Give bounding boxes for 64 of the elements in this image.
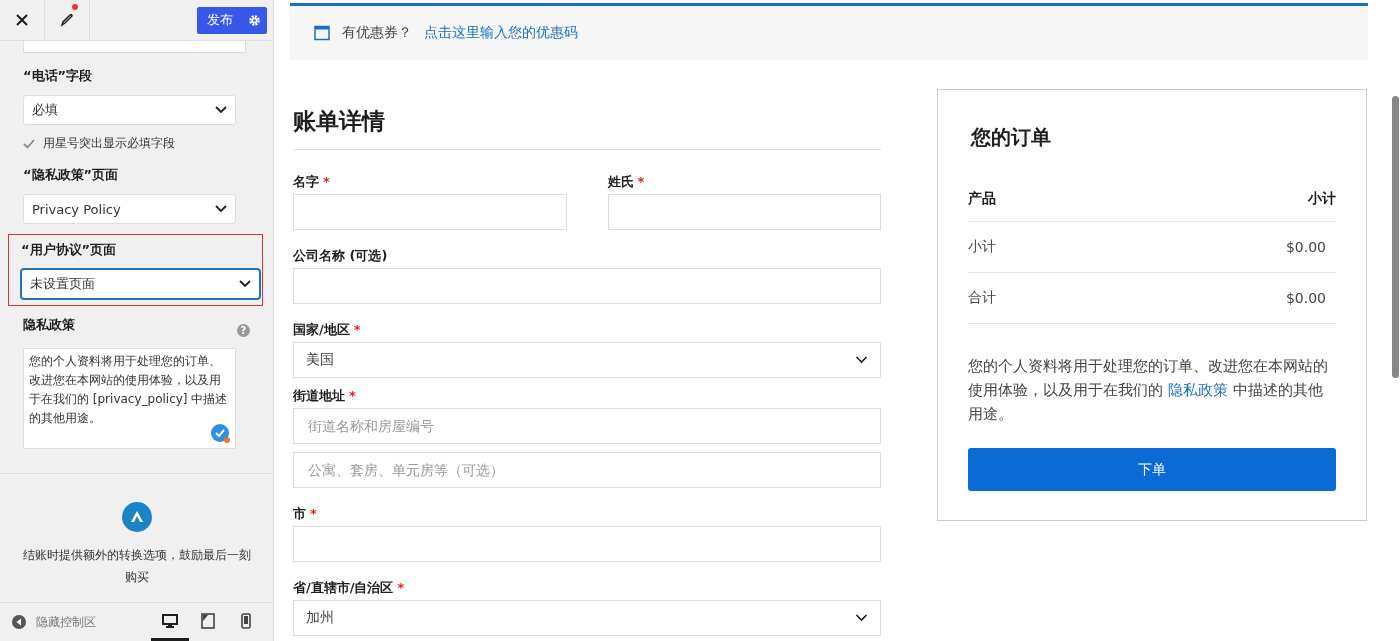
field-label: 街道地址 bbox=[293, 388, 345, 404]
logo-icon bbox=[121, 502, 152, 532]
arrow-left-icon bbox=[12, 615, 26, 629]
privacy-link[interactable]: 隐私政策 bbox=[1167, 381, 1228, 399]
field-label: 省/直辖市/自治区 bbox=[293, 580, 394, 596]
promo-text: 结账时提供额外的转换选项，鼓励最后一刻购买 bbox=[21, 547, 252, 586]
gear-icon bbox=[247, 13, 261, 27]
checkmark-icon bbox=[23, 137, 35, 150]
input-field[interactable] bbox=[293, 268, 881, 304]
settings-button[interactable] bbox=[241, 6, 267, 34]
billing-title: 账单详情 bbox=[293, 106, 881, 150]
chevron-down-icon bbox=[855, 614, 868, 622]
chevron-down-icon bbox=[215, 205, 227, 213]
required-mark: * bbox=[310, 506, 317, 522]
field-label: “用户协议”页面 bbox=[21, 241, 118, 259]
required-mark: * bbox=[353, 322, 361, 338]
window-icon bbox=[314, 25, 330, 41]
chevron-down-icon bbox=[855, 356, 868, 364]
select-field[interactable]: 加州 bbox=[293, 600, 881, 636]
field-label: “电话”字段 bbox=[23, 67, 94, 85]
order-title: 您的订单 bbox=[971, 124, 1052, 151]
input-field[interactable]: 公寓、套房、单元房等（可选） bbox=[293, 452, 881, 488]
field-label: 姓氏 bbox=[607, 174, 634, 190]
brush-icon bbox=[59, 12, 75, 28]
chevron-down-icon bbox=[239, 280, 251, 288]
input-field[interactable] bbox=[293, 526, 881, 562]
column-header: 产品 bbox=[968, 190, 996, 208]
column-header: 小计 bbox=[1308, 190, 1336, 208]
field-label: “隐私政策”页面 bbox=[23, 166, 120, 184]
checkbox[interactable]: 用星号突出显示必填字段 bbox=[23, 135, 253, 152]
tablet-icon bbox=[201, 612, 215, 629]
table-cell: $0.00 bbox=[1285, 239, 1326, 255]
phone-icon bbox=[241, 612, 251, 629]
select-field[interactable]: Privacy Policy bbox=[23, 194, 236, 224]
required-mark: * bbox=[397, 580, 405, 596]
publish-button[interactable]: 发布 bbox=[197, 6, 241, 34]
required-mark: * bbox=[323, 174, 330, 190]
input-field[interactable]: 街道名称和房屋编号 bbox=[293, 408, 881, 444]
close-icon bbox=[16, 14, 28, 26]
select-field[interactable]: 未设置页面 bbox=[21, 269, 260, 299]
select-field[interactable]: 美国 bbox=[293, 342, 881, 378]
field-label: 市 bbox=[293, 506, 306, 522]
scrollbar-thumb[interactable] bbox=[1391, 96, 1399, 378]
field-label: 名字 bbox=[293, 174, 319, 190]
field-label: 公司名称 (可选) bbox=[293, 248, 388, 264]
required-mark: * bbox=[637, 174, 645, 190]
chevron-down-icon bbox=[215, 106, 227, 114]
check-badge-icon bbox=[211, 424, 233, 446]
input-field[interactable] bbox=[607, 194, 881, 230]
field-label: 隐私政策 bbox=[23, 316, 75, 334]
table-cell: 小计 bbox=[968, 238, 996, 256]
place-order-button[interactable]: 下单 bbox=[968, 448, 1336, 491]
select-field[interactable]: 必填 bbox=[23, 95, 236, 125]
text-area[interactable]: 您的个人资料将用于处理您的订单、改进您在本网站的使用体验，以及用于在我们的 [privacy_policy] 中描述的其他用途。 bbox=[23, 348, 236, 449]
hide-controls-button[interactable]: 隐藏控制区 bbox=[12, 614, 96, 630]
field-label: 国家/地区 bbox=[293, 322, 350, 338]
coupon-text: 有优惠券？ bbox=[342, 24, 412, 42]
privacy-notice: 您的个人资料将用于处理您的订单、改进您在本网站的使用体验，以及用于在我们的 隐私政策 中描述的其他用途。 bbox=[968, 356, 1329, 425]
required-mark: * bbox=[349, 388, 356, 404]
monitor-icon bbox=[162, 612, 178, 629]
coupon-link[interactable]: 点击这里输入您的优惠码 bbox=[424, 24, 578, 42]
table-cell: $0.00 bbox=[1285, 290, 1326, 306]
input-field[interactable] bbox=[293, 194, 567, 230]
table-cell: 合计 bbox=[968, 289, 996, 307]
